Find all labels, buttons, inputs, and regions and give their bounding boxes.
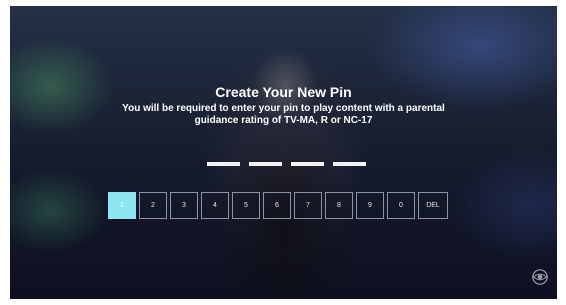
cbs-eye-logo-icon xyxy=(532,269,548,285)
numeric-keypad: 1 2 3 4 5 6 7 8 9 0 DEL xyxy=(108,192,448,219)
tv-screen: Create Your New Pin You will be required… xyxy=(10,6,557,299)
key-0[interactable]: 0 xyxy=(387,192,415,219)
pin-slot-1 xyxy=(207,162,240,166)
pin-slot-2 xyxy=(249,162,282,166)
key-7[interactable]: 7 xyxy=(294,192,322,219)
key-3[interactable]: 3 xyxy=(170,192,198,219)
key-5[interactable]: 5 xyxy=(232,192,260,219)
pin-entry-slots xyxy=(207,162,366,166)
page-title: Create Your New Pin xyxy=(215,84,352,100)
key-8[interactable]: 8 xyxy=(325,192,353,219)
key-9[interactable]: 9 xyxy=(356,192,384,219)
background-video-figure xyxy=(200,41,370,299)
key-2[interactable]: 2 xyxy=(139,192,167,219)
pin-slot-4 xyxy=(333,162,366,166)
delete-key[interactable]: DEL xyxy=(418,192,448,219)
key-6[interactable]: 6 xyxy=(263,192,291,219)
key-4[interactable]: 4 xyxy=(201,192,229,219)
page-subtitle: You will be required to enter your pin t… xyxy=(122,103,445,126)
pin-slot-3 xyxy=(291,162,324,166)
key-1[interactable]: 1 xyxy=(108,192,136,219)
